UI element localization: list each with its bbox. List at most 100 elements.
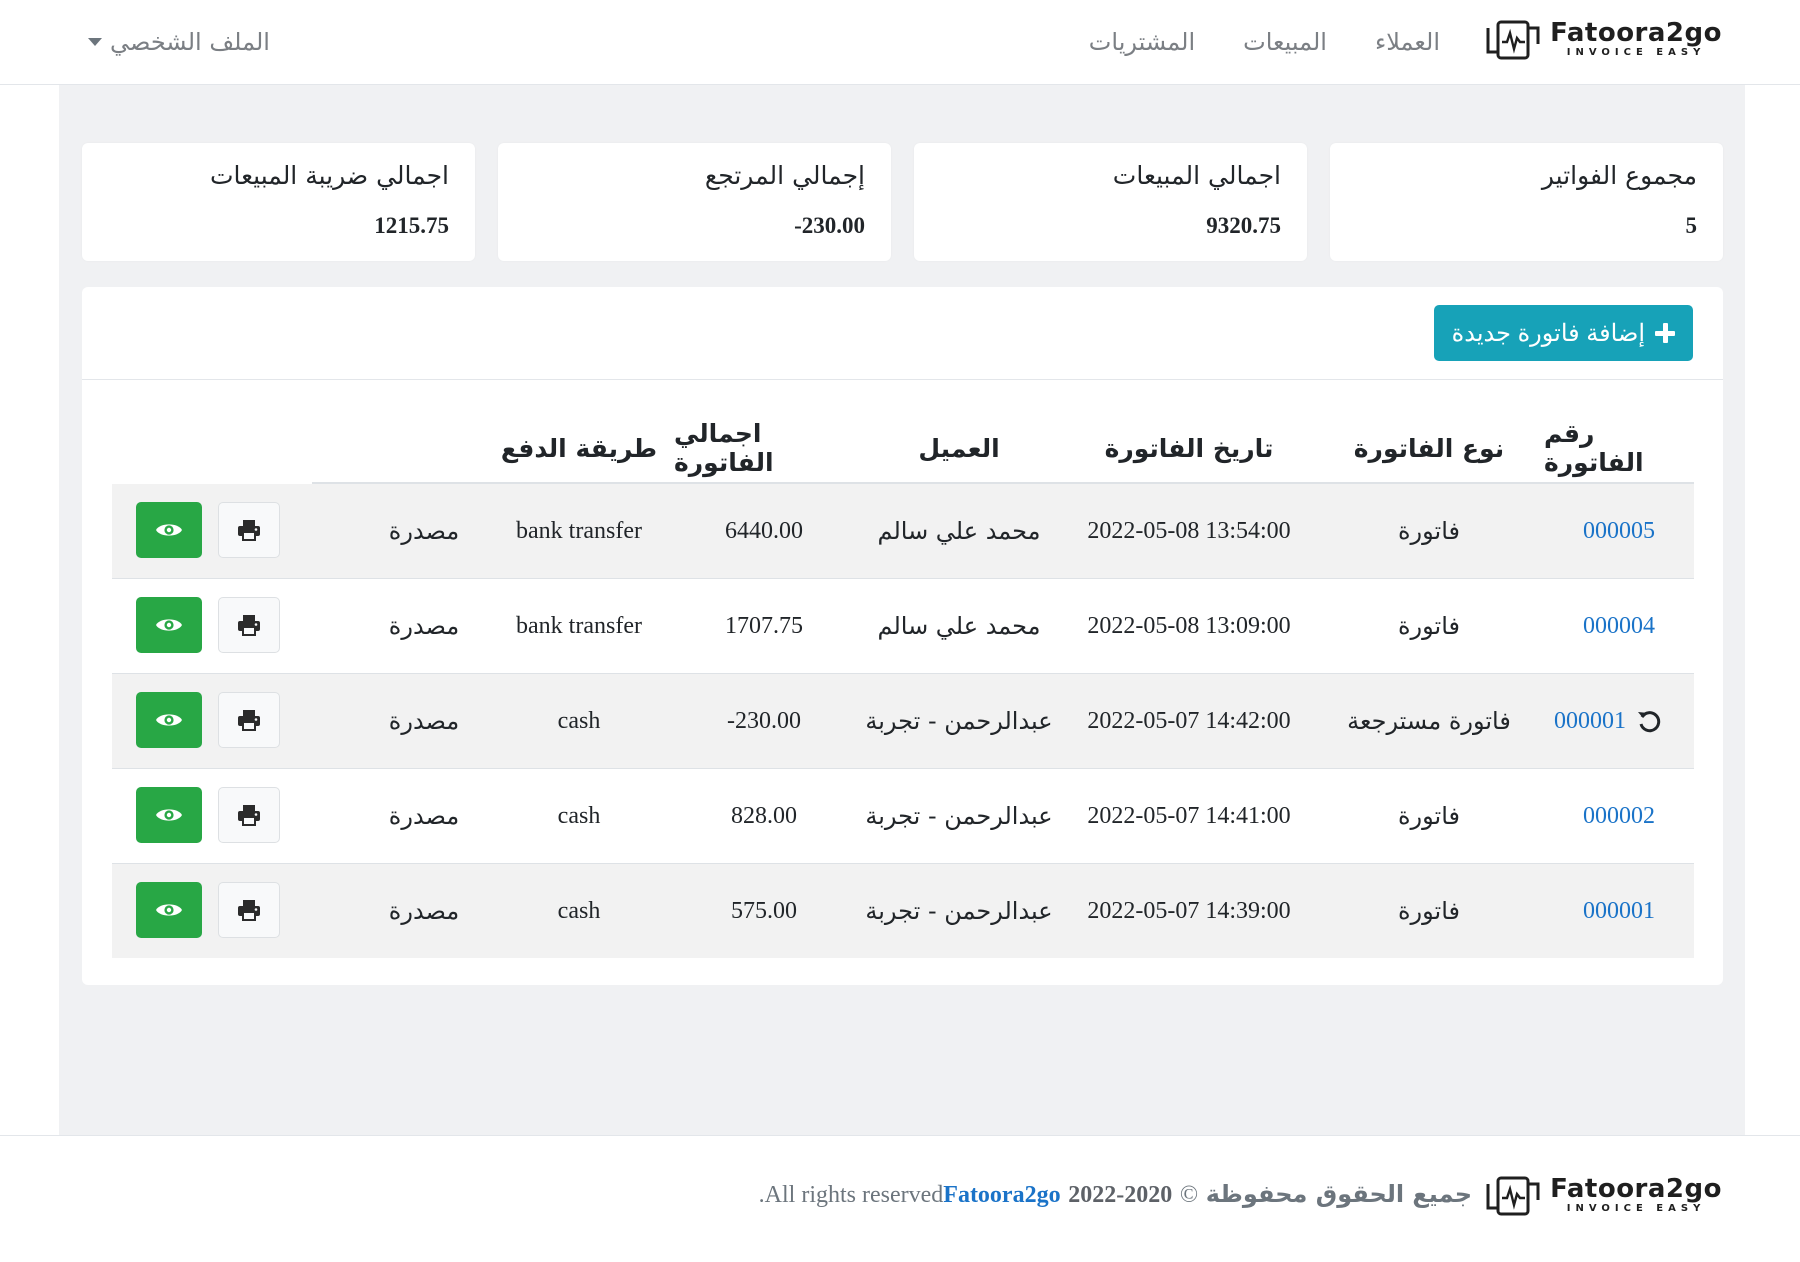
add-invoice-button[interactable]: إضافة فاتورة جديدة: [1433, 305, 1693, 361]
invoice-total: 828.00: [731, 802, 797, 829]
invoice-type: فاتورة مسترجعة: [1347, 707, 1511, 735]
invoice-total: 575.00: [731, 897, 797, 924]
logo-icon: [1486, 20, 1540, 60]
invoice-status: مصدرة: [388, 802, 460, 830]
invoice-status: مصدرة: [388, 897, 460, 925]
view-button[interactable]: [136, 692, 202, 748]
stat-label: اجمالي المبيعات: [1112, 161, 1281, 190]
invoice-number-link[interactable]: 000001: [1544, 864, 1694, 958]
print-button[interactable]: [218, 502, 280, 558]
stat-label: إجمالي المرتجع: [704, 161, 865, 190]
stat-label: مجموع الفواتير: [1541, 161, 1697, 190]
invoice-date: 2022-05-08 13:54:00: [1087, 517, 1291, 544]
printer-icon: [238, 520, 260, 541]
invoice-number-link[interactable]: 000005: [1544, 484, 1694, 578]
invoice-number-cell: 000001: [1544, 674, 1694, 768]
eye-icon: [156, 619, 182, 631]
brand-logo[interactable]: Fatoora2go INVOICE EASY: [1484, 14, 1722, 64]
invoice-status: مصدرة: [388, 517, 460, 545]
brand-tagline: INVOICE EASY: [1566, 1203, 1706, 1214]
invoice-type: فاتورة: [1397, 517, 1461, 545]
stat-card-total-sales: اجمالي المبيعات 9320.75: [914, 143, 1307, 261]
invoices-table: رقم الفاتورة نوع الفاتورة تاريخ الفاتورة…: [112, 412, 1694, 958]
invoice-total: -230.00: [727, 707, 801, 734]
eye-icon: [156, 524, 182, 536]
copyright-symbol: ©: [1179, 1182, 1199, 1208]
invoice-client: عبدالرحمن - تجربة: [865, 707, 1053, 735]
print-button[interactable]: [218, 787, 280, 843]
stat-value: 9320.75: [1206, 213, 1281, 238]
undo-icon: [1638, 711, 1661, 733]
column-header-payment[interactable]: طريقة الدفع: [484, 412, 674, 484]
table-row: 000001 فاتورة 2022-05-07 14:39:00 عبدالر…: [112, 864, 1694, 958]
profile-dropdown[interactable]: الملف الشخصي: [88, 0, 270, 84]
invoice-type: فاتورة: [1397, 802, 1461, 830]
invoice-payment: bank transfer: [516, 517, 642, 544]
stat-value: 5: [1685, 213, 1698, 238]
printer-icon: [238, 805, 260, 826]
eye-icon: [156, 904, 182, 916]
copyright-text: جميع الحقوق محفوظة © 2020-2022 All right…: [759, 1180, 1472, 1209]
column-header-client[interactable]: العميل: [854, 412, 1064, 484]
logo-icon: [1486, 1176, 1540, 1216]
invoice-date: 2022-05-07 14:41:00: [1087, 802, 1291, 829]
footer-brand-link[interactable]: Fatoora2go: [943, 1182, 1060, 1208]
print-button[interactable]: [218, 597, 280, 653]
invoice-type: فاتورة: [1397, 612, 1461, 640]
footer-logo[interactable]: Fatoora2go INVOICE EASY: [1484, 1170, 1722, 1220]
eye-icon: [156, 809, 182, 821]
rights-ar: جميع الحقوق محفوظة: [1205, 1180, 1472, 1208]
brand-tagline: INVOICE EASY: [1566, 47, 1706, 58]
plus-icon: [1655, 323, 1675, 343]
nav-link-purchases[interactable]: المشتريات: [1089, 28, 1195, 56]
invoice-client: عبدالرحمن - تجربة: [865, 897, 1053, 925]
table-row: 000002 فاتورة 2022-05-07 14:41:00 عبدالر…: [112, 769, 1694, 864]
stat-label: اجمالي ضريبة المبيعات: [209, 161, 449, 190]
invoice-total: 6440.00: [725, 517, 803, 544]
invoice-payment: cash: [557, 802, 601, 829]
brand-name: Fatoora2go: [1550, 18, 1722, 48]
table-row: 000004 فاتورة 2022-05-08 13:09:00 محمد ع…: [112, 579, 1694, 674]
invoice-payment: bank transfer: [516, 612, 642, 639]
rights-en: All rights reserved: [764, 1182, 944, 1208]
column-header-type[interactable]: نوع الفاتورة: [1314, 412, 1544, 484]
invoice-date: 2022-05-08 13:09:00: [1087, 612, 1291, 639]
invoice-date: 2022-05-07 14:42:00: [1087, 707, 1291, 734]
view-button[interactable]: [136, 787, 202, 843]
stat-value: 1215.75: [374, 213, 449, 238]
invoice-type: فاتورة: [1397, 897, 1461, 925]
table-row: 000005 فاتورة 2022-05-08 13:54:00 محمد ع…: [112, 484, 1694, 579]
nav-links: العملاء المبيعات المشتريات: [1041, 0, 1440, 84]
column-header-number[interactable]: رقم الفاتورة: [1544, 412, 1694, 484]
stat-card-total-returns: إجمالي المرتجع -230.00: [498, 143, 891, 261]
printer-icon: [238, 710, 260, 731]
column-header-date[interactable]: تاريخ الفاتورة: [1064, 412, 1314, 484]
column-header-total[interactable]: اجمالي الفاتورة: [674, 412, 854, 484]
nav-link-sales[interactable]: المبيعات: [1243, 28, 1327, 56]
invoice-number-link[interactable]: 000001: [1554, 708, 1626, 735]
invoice-client: عبدالرحمن - تجربة: [865, 802, 1053, 830]
invoice-number-link[interactable]: 000004: [1544, 579, 1694, 673]
invoices-panel: إضافة فاتورة جديدة رقم الفاتورة نوع الفا…: [82, 287, 1723, 985]
print-button[interactable]: [218, 692, 280, 748]
profile-label: الملف الشخصي: [110, 28, 270, 56]
view-button[interactable]: [136, 882, 202, 938]
printer-icon: [238, 615, 260, 636]
eye-icon: [156, 714, 182, 726]
view-button[interactable]: [136, 597, 202, 653]
navbar: Fatoora2go INVOICE EASY العملاء المبيعات…: [0, 0, 1800, 85]
table-header: رقم الفاتورة نوع الفاتورة تاريخ الفاتورة…: [112, 412, 1694, 484]
stat-value: -230.00: [794, 213, 865, 238]
invoice-payment: cash: [557, 897, 601, 924]
view-button[interactable]: [136, 502, 202, 558]
stat-card-sales-tax: اجمالي ضريبة المبيعات 1215.75: [82, 143, 475, 261]
copyright-years: 2020-2022: [1068, 1182, 1173, 1208]
invoice-status: مصدرة: [388, 707, 460, 735]
add-invoice-label: إضافة فاتورة جديدة: [1451, 319, 1645, 347]
panel-header: إضافة فاتورة جديدة: [82, 287, 1723, 380]
nav-link-clients[interactable]: العملاء: [1375, 28, 1440, 56]
print-button[interactable]: [218, 882, 280, 938]
brand-name: Fatoora2go: [1550, 1174, 1722, 1204]
stat-card-invoice-count: مجموع الفواتير 5: [1330, 143, 1723, 261]
invoice-number-link[interactable]: 000002: [1544, 769, 1694, 863]
